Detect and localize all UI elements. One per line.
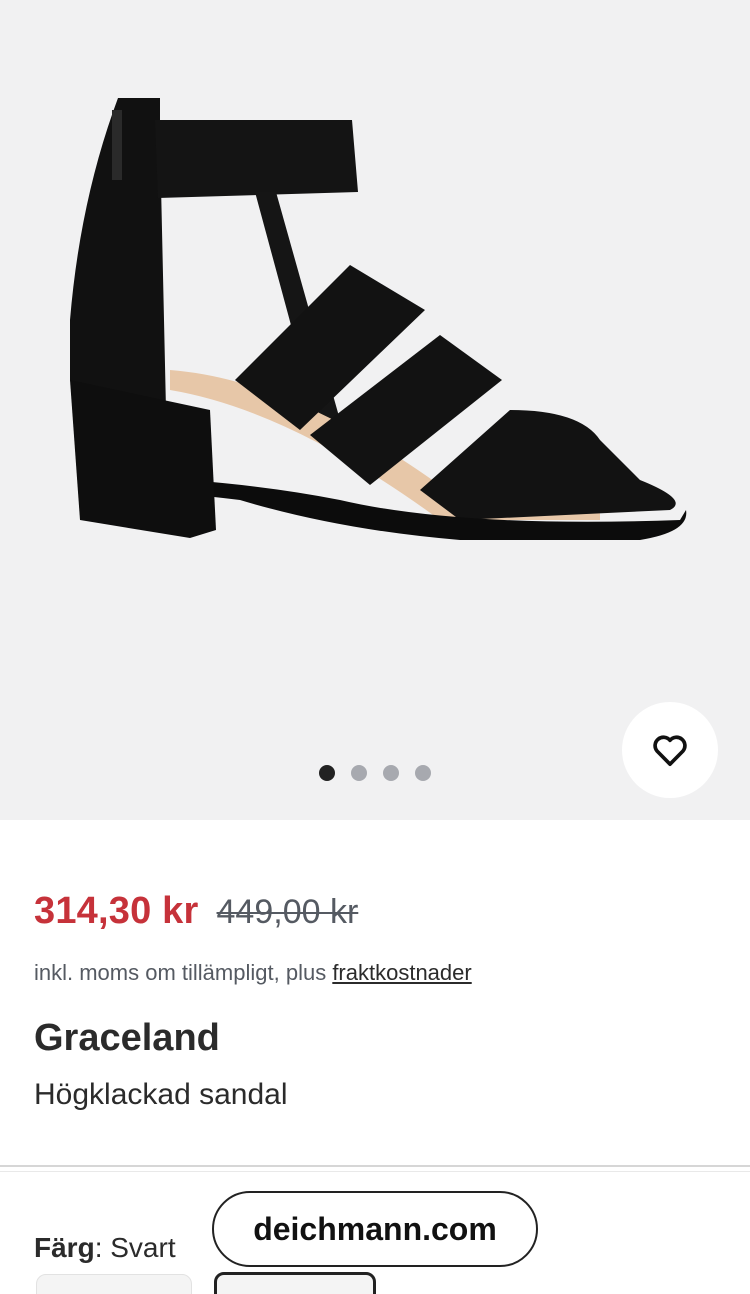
color-value: Svart	[110, 1232, 176, 1263]
gallery-dot-4[interactable]	[415, 765, 431, 781]
product-brand: Graceland	[34, 1017, 220, 1059]
price-row: 314,30 kr 449,00 kr	[34, 890, 358, 933]
divider	[0, 1165, 750, 1167]
gallery-dot-3[interactable]	[383, 765, 399, 781]
gallery-dot-1[interactable]	[319, 765, 335, 781]
color-selection-label: Färg: Svart	[34, 1232, 176, 1264]
sale-price: 314,30 kr	[34, 890, 199, 932]
shipping-cost-link[interactable]: fraktkostnader	[332, 960, 471, 985]
color-swatch-selected[interactable]	[214, 1272, 376, 1294]
color-swatch[interactable]	[36, 1274, 192, 1294]
product-image-gallery[interactable]	[0, 0, 750, 820]
tax-note: inkl. moms om tillämpligt, plus fraktkos…	[34, 960, 472, 986]
product-subtitle: Högklackad sandal	[34, 1078, 288, 1111]
browser-address-bar[interactable]: deichmann.com	[212, 1191, 538, 1267]
tax-note-text: inkl. moms om tillämpligt, plus	[34, 960, 327, 985]
gallery-dot-2[interactable]	[351, 765, 367, 781]
product-image	[70, 98, 687, 540]
url-text: deichmann.com	[253, 1210, 497, 1247]
color-separator: :	[94, 1232, 111, 1263]
original-price: 449,00 kr	[216, 893, 359, 931]
wishlist-button[interactable]	[622, 702, 718, 798]
heart-outline-icon	[653, 735, 687, 766]
color-label: Färg	[34, 1232, 95, 1263]
divider	[0, 1171, 750, 1172]
